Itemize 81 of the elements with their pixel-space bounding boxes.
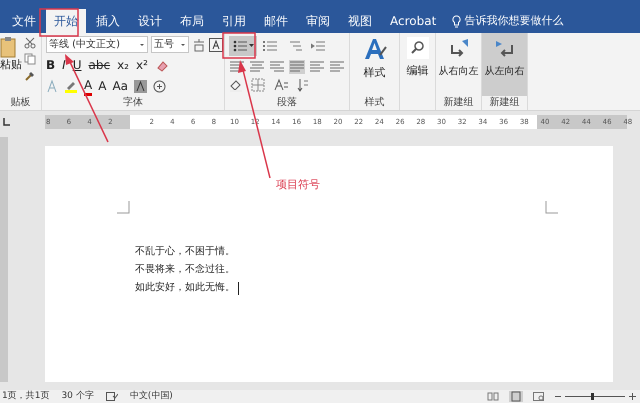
caret-icon <box>248 44 254 48</box>
paste-button[interactable]: 粘贴 <box>0 58 22 72</box>
clipboard-icon[interactable] <box>0 36 18 58</box>
format-button[interactable]: abc <box>88 57 110 73</box>
margin-corner-icon[interactable] <box>545 201 558 214</box>
lightbulb-icon[interactable] <box>452 14 462 28</box>
search-icon <box>406 37 428 59</box>
format-button[interactable]: B <box>46 57 56 73</box>
margin-corner-icon[interactable] <box>117 201 130 214</box>
justify-icon[interactable] <box>289 60 305 74</box>
tab-selector-icon[interactable] <box>2 117 11 127</box>
ribbon-tab[interactable]: 布局 <box>172 9 212 33</box>
page-count[interactable]: 1页，共1页 <box>2 390 50 403</box>
left-to-right-icon <box>494 39 516 59</box>
scissors-icon[interactable] <box>24 37 36 49</box>
ribbon-tab[interactable]: 开始 <box>46 9 86 33</box>
multilevel-list-icon[interactable] <box>287 40 305 52</box>
direction-button[interactable]: 从左向右 <box>482 33 527 96</box>
ribbon-tab[interactable]: 插入 <box>88 9 128 33</box>
eraser-icon[interactable] <box>154 58 168 72</box>
group-label: 样式 <box>364 96 386 110</box>
highlight-frame <box>222 32 256 59</box>
slider-thumb[interactable] <box>590 393 594 400</box>
ribbon-tab[interactable]: 邮件 <box>256 9 296 33</box>
borders-icon[interactable] <box>251 78 265 92</box>
web-layout-icon[interactable] <box>533 392 545 401</box>
line-spacing-icon[interactable] <box>329 60 345 74</box>
asian-layout-icon[interactable] <box>273 78 289 92</box>
format-button[interactable]: I <box>62 57 66 73</box>
document-text-line: 不乱于心，不困于情。 <box>135 244 235 259</box>
ribbon-tab[interactable]: 引用 <box>214 9 254 33</box>
highlighter-icon[interactable] <box>64 79 78 93</box>
group-label: 新建组 <box>442 96 474 110</box>
group-label: 贴板 <box>10 96 32 110</box>
format-button[interactable]: x² <box>136 57 148 73</box>
group-label: 新建组 <box>488 96 520 110</box>
font-name-dropdown[interactable]: 等线 (中文正文) <box>46 36 148 53</box>
group-label: 字体 <box>122 96 144 110</box>
document-text-line: 不畏将来，不念过往。 <box>135 262 235 277</box>
ribbon-tab[interactable]: 视图 <box>340 9 380 33</box>
language-status[interactable]: 中文(中国) <box>130 390 173 403</box>
group-label: 段落 <box>276 96 298 110</box>
font-size-dropdown[interactable]: 五号 <box>151 36 189 53</box>
proofing-icon[interactable] <box>106 392 118 401</box>
brush-icon[interactable] <box>24 69 36 81</box>
distributed-icon[interactable] <box>309 60 325 74</box>
text-cursor <box>238 282 239 294</box>
ribbon-tab[interactable]: 文件 <box>4 9 44 33</box>
print-layout-icon[interactable] <box>509 391 523 402</box>
align-right-icon[interactable] <box>269 60 285 74</box>
font-size-button[interactable]: A <box>98 78 106 94</box>
bullets-button[interactable] <box>229 36 257 56</box>
ribbon-tab[interactable]: 设计 <box>130 9 170 33</box>
character-border-icon[interactable] <box>209 38 223 52</box>
character-shading-icon[interactable] <box>134 80 147 92</box>
copy-icon[interactable] <box>24 53 36 65</box>
shading-icon[interactable] <box>229 78 243 92</box>
tell-me-search[interactable]: 告诉我你想要做什么 <box>464 12 564 30</box>
align-center-icon[interactable] <box>249 60 265 74</box>
direction-button[interactable]: 从右向左 <box>436 33 481 96</box>
enclose-character-icon[interactable] <box>153 80 166 92</box>
read-mode-icon[interactable] <box>487 392 499 401</box>
word-count[interactable]: 30 个字 <box>61 390 94 403</box>
align-left-icon[interactable] <box>229 60 245 74</box>
format-button[interactable]: U <box>72 57 82 73</box>
font-size-button[interactable]: Aa <box>112 78 128 94</box>
format-button[interactable]: x₂ <box>117 57 129 73</box>
highlight-frame <box>39 8 79 37</box>
bullet-list-icon <box>232 40 246 52</box>
indent-icon[interactable] <box>311 40 325 52</box>
phonetic-guide-icon[interactable] <box>192 38 206 52</box>
zoom-in-icon[interactable] <box>629 392 636 401</box>
sort-icon[interactable] <box>297 78 309 92</box>
annotation-label: 项目符号 <box>276 177 320 193</box>
font-color-button[interactable]: A <box>84 76 92 96</box>
styles-button[interactable]: 样式 <box>350 33 399 96</box>
document-text-line: 如此安好，如此无悔。 <box>135 280 235 295</box>
editing-button[interactable]: 编辑 <box>400 33 435 110</box>
ribbon-tab[interactable]: 审阅 <box>298 9 338 33</box>
ribbon-tab[interactable]: Acrobat <box>382 9 444 33</box>
zoom-slider[interactable] <box>565 392 625 401</box>
